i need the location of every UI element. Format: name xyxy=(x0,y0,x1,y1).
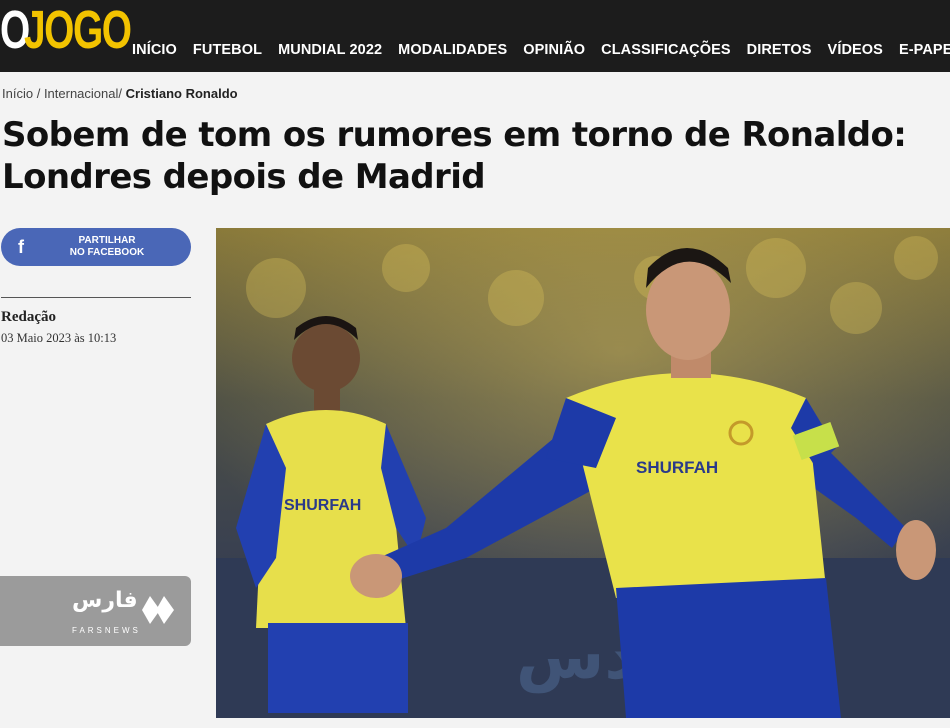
facebook-icon: f xyxy=(18,236,24,257)
main-nav: INÍCIO FUTEBOL MUNDIAL 2022 MODALIDADES … xyxy=(124,42,950,62)
nav-item-opiniao[interactable]: OPINIÃO xyxy=(523,42,585,62)
breadcrumb-section[interactable]: Internacional xyxy=(44,86,118,101)
logo-jogo: JOGO xyxy=(24,0,132,60)
nav-item-futebol[interactable]: FUTEBOL xyxy=(193,42,262,62)
watermark-farsi: فارس xyxy=(72,588,138,613)
article-title: Sobem de tom os rumores em torno de Rona… xyxy=(2,115,907,197)
sidebar-divider xyxy=(1,297,191,298)
site-header: O JOGO INÍCIO FUTEBOL MUNDIAL 2022 MODAL… xyxy=(0,0,950,72)
nav-item-e-paper[interactable]: E-PAPER xyxy=(899,42,950,62)
share-line-2: NO FACEBOOK xyxy=(69,247,145,258)
breadcrumb: Início / Internacional/ Cristiano Ronald… xyxy=(2,86,238,101)
breadcrumb-home[interactable]: Início xyxy=(2,86,33,101)
article-author: Redação xyxy=(1,309,56,325)
nav-item-inicio[interactable]: INÍCIO xyxy=(132,42,177,62)
share-facebook-button[interactable]: f PARTILHAR NO FACEBOOK xyxy=(1,228,191,266)
article-photo[interactable]: القدس SHURFAH xyxy=(216,228,950,718)
share-facebook-label: PARTILHAR NO FACEBOOK xyxy=(41,235,191,259)
logo-o: O xyxy=(0,0,30,60)
svg-text:SHURFAH: SHURFAH xyxy=(636,458,718,477)
nav-item-modalidades[interactable]: MODALIDADES xyxy=(398,42,507,62)
breadcrumb-separator: / xyxy=(36,86,44,101)
nav-item-classificacoes[interactable]: CLASSIFICAÇÕES xyxy=(601,42,731,62)
breadcrumb-current[interactable]: Cristiano Ronaldo xyxy=(126,86,238,101)
article-date: 03 Maio 2023 às 10:13 xyxy=(1,331,117,345)
nav-item-mundial-2022[interactable]: MUNDIAL 2022 xyxy=(278,42,382,62)
photo-watermark: فارس FARSNEWS xyxy=(0,576,191,646)
nav-item-diretos[interactable]: DIRETOS xyxy=(747,42,812,62)
svg-text:SHURFAH: SHURFAH xyxy=(284,497,361,514)
farsnews-logo-icon xyxy=(142,596,174,624)
nav-item-videos[interactable]: VÍDEOS xyxy=(828,42,883,62)
watermark-english: FARSNEWS xyxy=(72,626,141,635)
photo-illustration: القدس SHURFAH xyxy=(216,228,950,718)
share-line-1: PARTILHAR xyxy=(78,235,136,246)
breadcrumb-separator: / xyxy=(118,86,126,101)
